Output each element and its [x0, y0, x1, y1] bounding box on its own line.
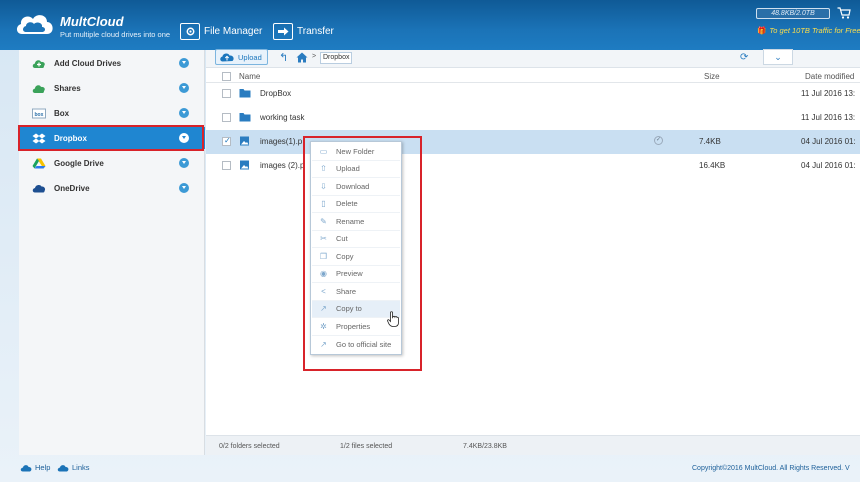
folders-selected: 0/2 folders selected	[219, 443, 280, 450]
image-file-icon	[240, 136, 249, 146]
highlight-box-dropbox	[18, 125, 204, 151]
onedrive-icon	[32, 183, 46, 194]
sidebar: Add Cloud Drives Shares box Box Dropbox …	[19, 50, 205, 455]
image-file-icon	[240, 160, 249, 170]
upload-button[interactable]: Upload	[215, 49, 268, 65]
chevron-down-icon[interactable]	[179, 108, 189, 118]
file-manager-label: File Manager	[204, 25, 263, 37]
cart-icon[interactable]	[837, 7, 851, 19]
help-link[interactable]: Help	[20, 463, 50, 472]
file-name[interactable]: DropBox	[260, 89, 291, 98]
upload-label: Upload	[238, 52, 262, 62]
chevron-down-icon[interactable]	[179, 83, 189, 93]
file-date: 04 Jul 2016 01:	[801, 161, 856, 170]
breadcrumb[interactable]: Dropbox	[320, 52, 353, 64]
select-all-checkbox[interactable]	[222, 72, 231, 81]
file-date: 11 Jul 2016 13:	[801, 113, 856, 122]
links-label: Links	[72, 463, 90, 472]
sidebar-item-google-drive[interactable]: Google Drive	[19, 152, 205, 174]
chevron-down-icon[interactable]	[179, 58, 189, 68]
home-icon[interactable]	[296, 52, 308, 63]
file-size: 16.4KB	[699, 161, 726, 170]
files-selected: 1/2 files selected	[340, 443, 393, 450]
folder-icon	[239, 113, 251, 122]
gear-icon	[180, 22, 200, 40]
footer: Help Links Copyright©2016 MultCloud. All…	[0, 455, 860, 482]
status-bar: 0/2 folders selected 1/2 files selected …	[206, 435, 860, 455]
file-manager-nav[interactable]: File Manager	[180, 21, 262, 41]
hand-cursor-icon	[387, 311, 399, 327]
chevron-down-icon[interactable]	[179, 158, 189, 168]
sidebar-item-label: Box	[54, 108, 70, 118]
highlight-box-context-menu	[303, 136, 422, 371]
storage-quota: 48.8KB/2.0TB	[756, 8, 830, 19]
box-icon: box	[32, 108, 46, 119]
links-link[interactable]: Links	[57, 463, 90, 472]
column-size[interactable]: Size	[704, 72, 720, 81]
sidebar-item-shares[interactable]: Shares	[19, 77, 205, 99]
promo-text: To get 10TB Traffic for Free	[769, 26, 860, 35]
google-drive-icon	[32, 158, 46, 169]
gift-icon: 🎁	[757, 26, 767, 35]
size-selected: 7.4KB/23.8KB	[463, 443, 507, 450]
sidebar-item-label: OneDrive	[54, 183, 90, 193]
promo-link[interactable]: 🎁 To get 10TB Traffic for Free	[757, 26, 860, 35]
copyright-text: Copyright©2016 MultCloud. All Rights Res…	[692, 465, 850, 472]
file-date: 04 Jul 2016 01:	[801, 137, 856, 146]
shares-icon	[32, 83, 46, 94]
arrow-right-icon	[273, 22, 293, 40]
brand-tagline: Put multiple cloud drives into one	[60, 30, 171, 39]
transfer-label: Transfer	[297, 25, 334, 37]
brand-name[interactable]: MultCloud	[60, 14, 124, 29]
back-arrow-icon[interactable]: ↰	[279, 51, 288, 64]
refresh-icon[interactable]: ⟳	[740, 52, 748, 63]
view-options-dropdown[interactable]: ⌄	[763, 49, 793, 65]
cloud-icon	[20, 464, 32, 471]
file-date: 11 Jul 2016 13:	[801, 89, 856, 98]
file-name[interactable]: images(1).p	[260, 137, 302, 146]
column-header: Name Size Date modified	[206, 69, 860, 83]
help-label: Help	[35, 463, 51, 472]
sidebar-item-box[interactable]: box Box	[19, 102, 205, 124]
cloud-icon	[57, 464, 69, 471]
row-checkbox[interactable]	[222, 89, 231, 98]
row-checkbox[interactable]	[222, 113, 231, 122]
file-name[interactable]: working task	[260, 113, 304, 122]
toolbar: Upload ↰ > Dropbox ⟳ ⌄	[206, 49, 860, 68]
breadcrumb-separator-icon: >	[312, 53, 317, 60]
folder-icon	[239, 89, 251, 98]
table-row[interactable]: working task 11 Jul 2016 13:	[206, 106, 860, 130]
add-cloud-icon	[32, 58, 46, 69]
sidebar-item-label: Shares	[54, 83, 81, 93]
chevron-down-icon[interactable]	[179, 183, 189, 193]
table-row[interactable]: DropBox 11 Jul 2016 13:	[206, 82, 860, 106]
app-header: MultCloud Put multiple cloud drives into…	[0, 0, 860, 50]
transfer-nav[interactable]: Transfer	[273, 21, 334, 41]
sidebar-item-onedrive[interactable]: OneDrive	[19, 177, 205, 199]
sidebar-item-label: Google Drive	[54, 158, 104, 168]
sidebar-item-add-cloud-drives[interactable]: Add Cloud Drives	[19, 52, 205, 74]
multcloud-logo-icon[interactable]	[14, 10, 56, 38]
sidebar-item-label: Add Cloud Drives	[54, 58, 122, 68]
row-checkbox[interactable]	[222, 136, 231, 146]
chevron-down-icon: ⌄	[774, 52, 782, 62]
row-checkbox[interactable]	[222, 161, 231, 170]
upload-cloud-icon	[220, 53, 234, 62]
column-date[interactable]: Date modified	[805, 72, 854, 81]
check-circle-icon: ✓	[654, 136, 663, 145]
svg-text:box: box	[35, 112, 44, 118]
column-name[interactable]: Name	[239, 72, 260, 81]
file-name[interactable]: images (2).p	[260, 161, 304, 170]
file-size: 7.4KB	[699, 137, 721, 146]
